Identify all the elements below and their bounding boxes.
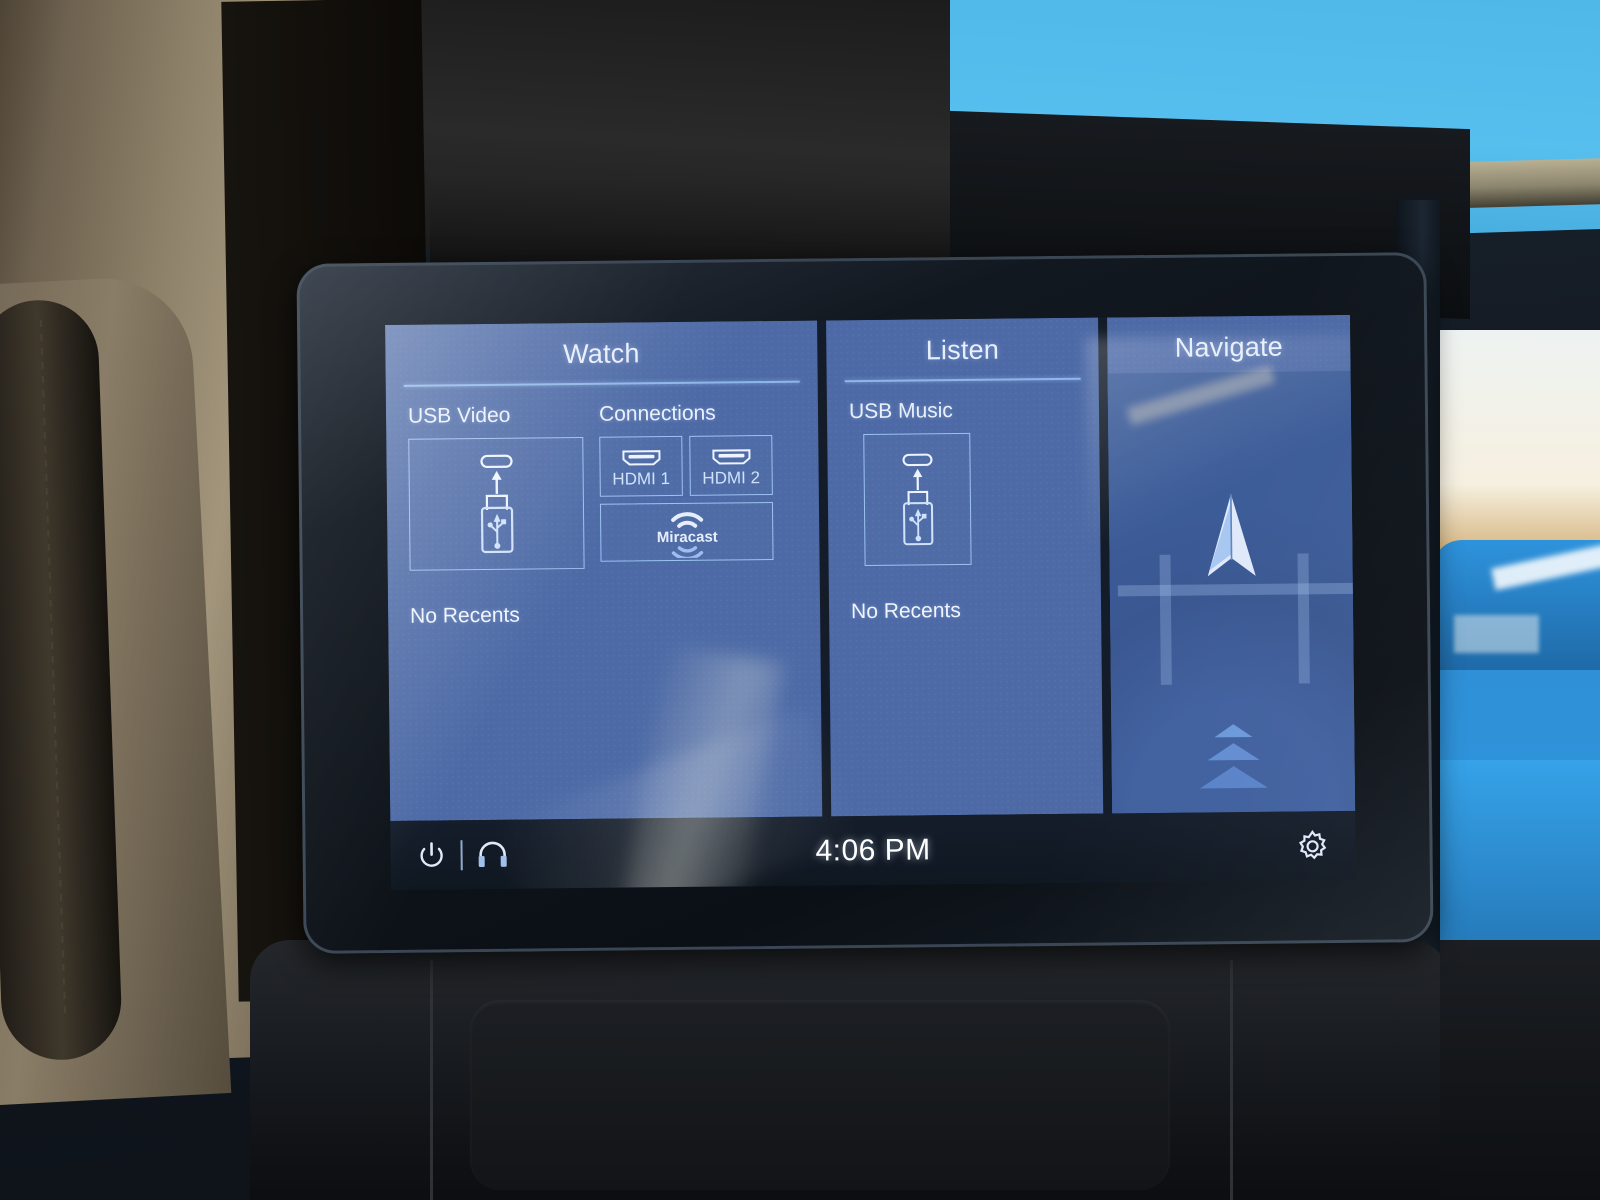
right-seat-edge — [1440, 940, 1600, 1200]
map-street-vertical-2 — [1297, 553, 1310, 684]
headrest-inset-panel — [470, 1000, 1170, 1190]
hdmi-row: HDMI 1 HDMI 2 — [599, 434, 778, 497]
hdmi-2-label: HDMI 2 — [702, 467, 761, 488]
miracast-tile[interactable]: Miracast — [599, 501, 774, 562]
hdmi-1-label: HDMI 1 — [612, 468, 671, 489]
usb-video-label: USB Video — [407, 403, 511, 428]
usb-video-tile[interactable] — [408, 436, 585, 571]
headrest-seam-left — [430, 960, 433, 1200]
home-panels: Watch USB Video Connections HDMI 1 HDMI … — [385, 314, 1356, 821]
status-bar: 4:06 PM — [390, 810, 1356, 890]
rear-entertainment-monitor: Watch USB Video Connections HDMI 1 HDMI … — [296, 252, 1434, 954]
usb-music-tile[interactable] — [863, 432, 972, 566]
connections-label: Connections — [598, 401, 716, 426]
status-bar-right — [1295, 829, 1329, 863]
gear-icon[interactable] — [1295, 829, 1329, 863]
usb-video-section: USB Video — [407, 402, 585, 571]
watch-panel-title: Watch — [562, 338, 640, 370]
navigate-panel[interactable]: Navigate — [1107, 314, 1356, 814]
connections-section: Connections HDMI 1 HDMI 2 Miracast — [599, 400, 779, 568]
navigation-map-preview[interactable] — [1107, 370, 1356, 814]
usb-c-drive-icon — [890, 447, 945, 552]
hdmi-1-tile[interactable]: HDMI 1 — [599, 435, 683, 497]
headrest-seam-right — [1230, 960, 1233, 1200]
license-plate — [1454, 615, 1539, 653]
svg-text:Miracast: Miracast — [656, 528, 717, 546]
clock-display: 4:06 PM — [815, 832, 931, 868]
display-screen[interactable]: Watch USB Video Connections HDMI 1 HDMI … — [385, 314, 1356, 890]
miracast-icon: Miracast — [641, 505, 732, 558]
usb-c-drive-icon — [467, 451, 526, 556]
watch-panel-body: USB Video Connections HDMI 1 HDMI 2 Mira… — [386, 382, 821, 629]
watch-panel[interactable]: Watch USB Video Connections HDMI 1 HDMI … — [385, 320, 823, 821]
right-side-window — [1432, 330, 1600, 1030]
parked-car-blue-2 — [1432, 760, 1600, 960]
hdmi-2-tile[interactable]: HDMI 2 — [689, 434, 773, 496]
navigate-panel-title: Navigate — [1174, 331, 1284, 363]
usb-music-label: USB Music — [848, 398, 953, 423]
watch-no-recents: No Recents — [409, 603, 520, 628]
map-street-vertical-1 — [1159, 554, 1172, 685]
hdmi-port-icon — [709, 446, 753, 466]
listen-no-recents: No Recents — [850, 598, 961, 623]
listen-panel-body: USB Music No Recents — [827, 379, 1102, 624]
map-direction-chevrons — [1199, 723, 1268, 795]
listen-panel[interactable]: Listen USB Music No Recents — [826, 317, 1104, 817]
listen-panel-title: Listen — [925, 334, 1000, 366]
hdmi-port-icon — [619, 447, 663, 467]
navigation-arrow-icon — [1196, 490, 1265, 587]
